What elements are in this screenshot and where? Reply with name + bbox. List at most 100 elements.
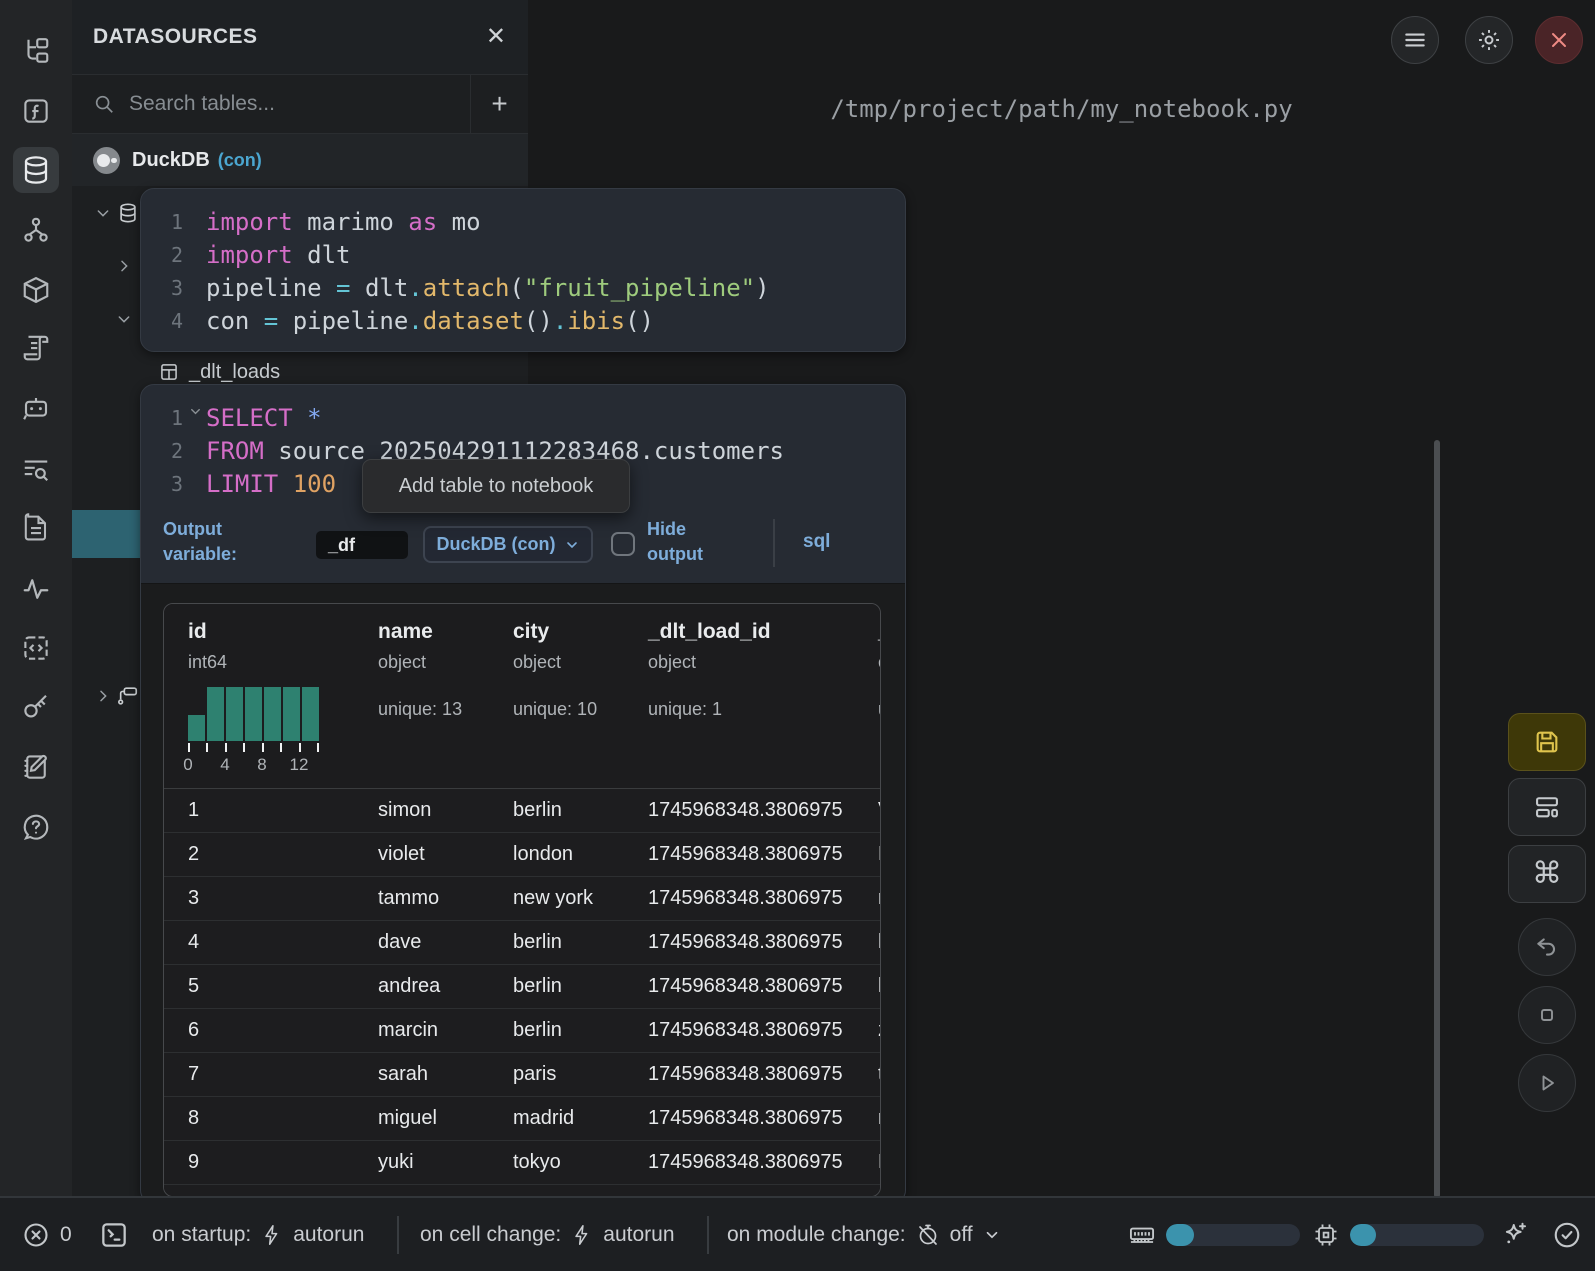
on-module-change-setting[interactable]: on module change: off: [727, 1198, 1001, 1271]
table-cell: 1745968348.3806975: [634, 975, 864, 998]
chevron-down-icon: [564, 537, 580, 553]
memory-usage: [1128, 1198, 1300, 1271]
duckdb-logo-icon: [93, 147, 120, 174]
scripts-icon[interactable]: [13, 325, 59, 371]
column-header-_dlt_id[interactable]: _dlt_idobjectunique: 13: [864, 604, 881, 788]
layout-button[interactable]: [1508, 778, 1586, 836]
panel-header: DATASOURCES ✕: [72, 0, 528, 75]
dataframe-table[interactable]: idint6404812nameobjectunique: 13cityobje…: [163, 603, 881, 1197]
database-icon: [117, 202, 139, 224]
panel-close-icon[interactable]: ✕: [486, 24, 506, 50]
stop-icon: [1535, 1003, 1559, 1027]
table-cell: marcin: [364, 1019, 499, 1042]
column-header-city[interactable]: cityobjectunique: 10: [499, 604, 634, 788]
command-icon: ⌘: [1532, 859, 1562, 889]
on-startup-setting[interactable]: on startup: autorun: [152, 1198, 364, 1271]
scratchpad-icon[interactable]: [13, 744, 59, 790]
undo-button[interactable]: [1518, 918, 1576, 976]
datasources-icon[interactable]: [13, 147, 59, 193]
functions-icon[interactable]: [13, 88, 59, 134]
add-table-tooltip: Add table to notebook: [362, 459, 630, 513]
column-header-id[interactable]: idint6404812: [164, 604, 364, 788]
table-cell: z: [864, 1019, 881, 1042]
output-variable-input[interactable]: _df: [316, 531, 408, 559]
file-tree-icon[interactable]: [13, 28, 59, 74]
table-cell: 1745968348.3806975: [634, 1019, 864, 1042]
table-cell: berlin: [499, 799, 634, 822]
chevron-down-icon[interactable]: [95, 205, 111, 221]
python-code-editor[interactable]: 1import marimo as mo2import dlt3pipeline…: [141, 189, 905, 348]
schema-icon: [117, 685, 139, 707]
connection-row[interactable]: DuckDB (con): [72, 134, 528, 186]
sql-meta-row: Output variable: _df DuckDB (con) Hide o…: [141, 511, 905, 583]
table-cell: miguel: [364, 1107, 499, 1130]
chevron-down-icon[interactable]: [116, 311, 132, 327]
line-number: 2: [141, 239, 183, 272]
on-cell-change-label: on cell change:: [420, 1223, 561, 1247]
hamburger-icon: [1402, 27, 1428, 53]
on-startup-value: autorun: [293, 1223, 364, 1247]
table-cell: r: [864, 1107, 881, 1130]
close-app-button[interactable]: [1535, 16, 1583, 64]
dependency-graph-icon[interactable]: [13, 207, 59, 253]
search-row: Search tables... +: [72, 75, 528, 134]
add-datasource-button[interactable]: +: [470, 75, 528, 133]
documentation-icon[interactable]: [13, 505, 59, 551]
undo-icon: [1534, 934, 1560, 960]
sparkle-icon: [1500, 1220, 1530, 1250]
search-input[interactable]: Search tables...: [72, 75, 470, 133]
status-bar: 0 on startup: autorun on cell change: au…: [0, 1196, 1595, 1271]
tracing-icon[interactable]: [13, 566, 59, 612]
chevron-right-icon[interactable]: [95, 688, 111, 704]
table-row: 6marcinberlin1745968348.3806975z: [164, 1009, 881, 1053]
chatbot-icon[interactable]: [13, 385, 59, 431]
stop-button[interactable]: [1518, 986, 1576, 1044]
menu-button[interactable]: [1391, 16, 1439, 64]
table-body: 1simonberlin1745968348.3806975V2violetlo…: [164, 789, 881, 1197]
table-cell: h: [864, 931, 881, 954]
statusbar-divider: [397, 1216, 399, 1254]
save-button[interactable]: [1508, 713, 1586, 771]
table-header: idint6404812nameobjectunique: 13cityobje…: [164, 604, 881, 789]
cpu-usage: [1312, 1198, 1484, 1271]
secrets-icon[interactable]: [13, 684, 59, 730]
table-cell: k: [864, 975, 881, 998]
fold-chevron-icon[interactable]: [188, 404, 203, 419]
table-cell: 1745968348.3806975: [634, 843, 864, 866]
language-badge: sql: [803, 529, 830, 554]
hide-output-checkbox[interactable]: [611, 532, 635, 556]
table-row: 5andreaberlin1745968348.3806975k: [164, 965, 881, 1009]
on-cell-change-setting[interactable]: on cell change: autorun: [420, 1198, 675, 1271]
cpu-progress-bar: [1350, 1224, 1484, 1246]
chevron-right-icon[interactable]: [116, 258, 132, 274]
help-icon[interactable]: [13, 804, 59, 850]
logs-search-icon[interactable]: [13, 446, 59, 492]
error-indicator[interactable]: 0: [22, 1198, 72, 1271]
column-header-name[interactable]: nameobjectunique: 13: [364, 604, 499, 788]
bolt-icon: [571, 1224, 593, 1246]
snippets-icon[interactable]: [13, 625, 59, 671]
id-histogram: 04812: [188, 687, 319, 773]
terminal-button[interactable]: [98, 1198, 130, 1271]
terminal-icon: [98, 1219, 130, 1251]
keyboard-shortcuts-button[interactable]: ⌘: [1508, 845, 1586, 903]
packages-icon[interactable]: [13, 267, 59, 313]
table-cell: 4: [164, 931, 364, 954]
run-button[interactable]: [1518, 1054, 1576, 1112]
table-cell: V: [864, 799, 881, 822]
connection-status[interactable]: [1552, 1198, 1582, 1271]
save-icon: [1533, 728, 1561, 756]
engine-dropdown[interactable]: DuckDB (con): [423, 526, 593, 563]
error-circle-icon: [22, 1221, 50, 1249]
settings-button[interactable]: [1465, 16, 1513, 64]
column-header-_dlt_load_id[interactable]: _dlt_load_idobjectunique: 1: [634, 604, 864, 788]
vertical-scrollbar[interactable]: [1434, 440, 1440, 1198]
table-cell: E: [864, 1151, 881, 1174]
table-row: 7sarahparis1745968348.3806975t: [164, 1053, 881, 1097]
ai-assist-button[interactable]: [1500, 1198, 1530, 1271]
python-code-cell[interactable]: 1import marimo as mo2import dlt3pipeline…: [140, 188, 906, 352]
line-number: 4: [141, 305, 183, 338]
sql-output-area: idint6404812nameobjectunique: 13cityobje…: [141, 583, 905, 1203]
line-number: 2: [141, 435, 183, 468]
engine-dropdown-value: DuckDB (con): [436, 534, 555, 555]
